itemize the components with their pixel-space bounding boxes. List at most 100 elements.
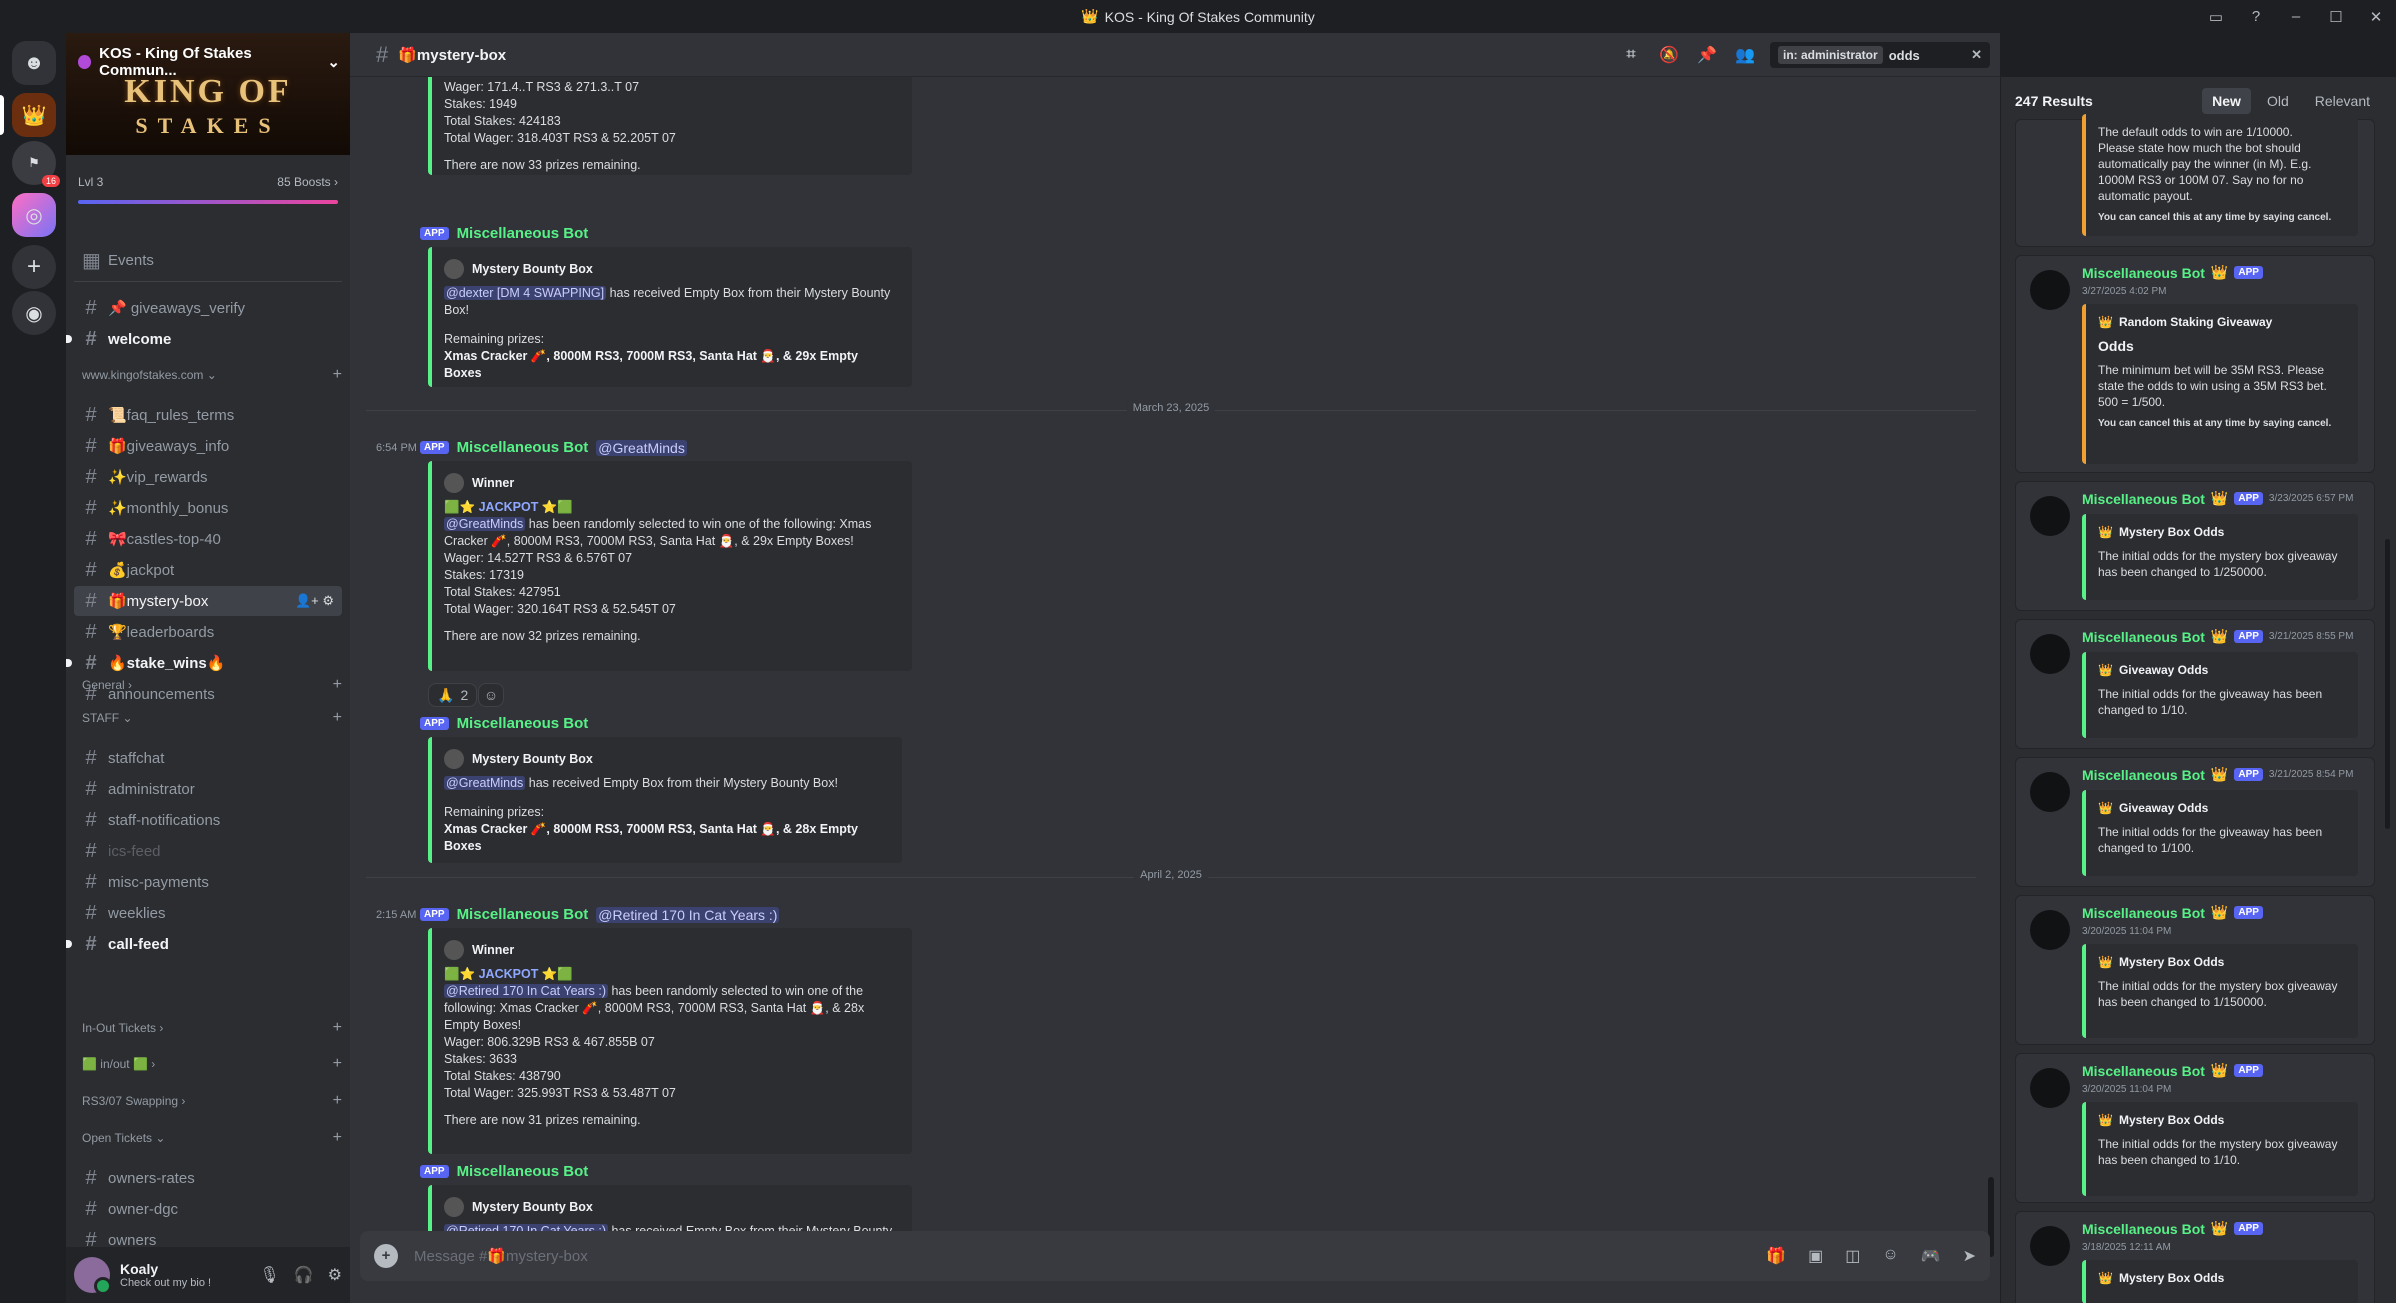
category-open-tickets[interactable]: Open Tickets ⌄ +: [82, 1129, 342, 1147]
channel-item[interactable]: # ics-feed: [74, 836, 342, 866]
channel-item[interactable]: # 📜faq_rules_terms: [74, 400, 342, 430]
gift-icon[interactable]: 🎁: [1766, 1246, 1786, 1266]
add-channel-icon[interactable]: +: [333, 709, 342, 727]
search-input[interactable]: in: administrator odds ✕: [1770, 42, 1990, 68]
message-author[interactable]: Miscellaneous Bot: [457, 906, 589, 923]
bot-avatar-icon: [444, 940, 464, 960]
close-window-button[interactable]: ✕: [2356, 0, 2396, 33]
channel-item[interactable]: # 💰jackpot: [74, 555, 342, 585]
search-result[interactable]: Miscellaneous Bot 👑 APP 3/21/2025 8:55 PM 👑 G…: [2015, 619, 2375, 749]
reaction-pill[interactable]: 🙏 2: [428, 683, 478, 707]
sort-new-tab[interactable]: New: [2202, 88, 2251, 114]
avatar[interactable]: [74, 1257, 112, 1295]
channel-item[interactable]: # call-feed: [66, 929, 342, 959]
search-result[interactable]: Miscellaneous Bot 👑 APP 3/20/2025 11:04 PM 👑…: [2015, 1053, 2375, 1203]
add-channel-icon[interactable]: +: [333, 1129, 342, 1147]
category-staff[interactable]: STAFF ⌄ +: [82, 709, 342, 727]
add-server-icon[interactable]: +: [12, 245, 56, 289]
sort-relevant-tab[interactable]: Relevant: [2305, 88, 2380, 114]
kos-server-icon[interactable]: 👑: [12, 93, 56, 137]
channel-item[interactable]: # administrator: [74, 774, 342, 804]
sticker-icon[interactable]: ◫: [1845, 1246, 1860, 1266]
channel-item[interactable]: # misc-payments: [74, 867, 342, 897]
channel-item[interactable]: # 🔥stake_wins🔥: [66, 648, 342, 678]
add-channel-icon[interactable]: +: [333, 366, 342, 384]
members-icon[interactable]: 👥: [1732, 45, 1758, 65]
channel-item[interactable]: # 📌 giveaways_verify: [74, 293, 342, 323]
user-mention[interactable]: @Retired 170 In Cat Years :): [596, 906, 780, 923]
search-result[interactable]: Miscellaneous Bot 👑 APP 3/27/2025 4:02 PM …: [2015, 255, 2375, 473]
channel-item[interactable]: # ✨monthly_bonus: [74, 493, 342, 523]
channel-item[interactable]: # welcome: [66, 324, 342, 354]
folder-server-icon[interactable]: ⚑ 16: [12, 141, 60, 187]
search-result[interactable]: Miscellaneous Bot 👑 APP 3/21/2025 8:54 PM 👑 G…: [2015, 757, 2375, 887]
emoji-icon[interactable]: ☺: [1882, 1246, 1898, 1266]
category-general[interactable]: General › +: [82, 676, 342, 694]
channel-item[interactable]: # weeklies: [74, 898, 342, 928]
category-inout[interactable]: In-Out Tickets › +: [82, 1019, 342, 1037]
colorful-server-icon[interactable]: ◎: [12, 193, 56, 237]
help-icon[interactable]: ?: [2236, 0, 2276, 33]
sort-tabs: New Old Relevant: [2202, 88, 2380, 114]
search-result[interactable]: Miscellaneous Bot 👑 APP 3/18/2025 12:11 AM 👑…: [2015, 1211, 2375, 1303]
message-composer[interactable]: + Message #🎁mystery-box 🎁 ▣ ◫ ☺ 🎮 ➤: [360, 1231, 1990, 1281]
channel-settings-icon[interactable]: 👤+ ⚙: [295, 593, 334, 609]
category-inout2[interactable]: 🟩 in/out 🟩 › +: [82, 1055, 342, 1073]
channel-item[interactable]: # owners-rates: [74, 1163, 342, 1193]
message-author[interactable]: Miscellaneous Bot: [457, 439, 589, 456]
boost-row[interactable]: Lvl 3 85 Boosts ›: [78, 175, 338, 189]
category-site[interactable]: www.kingofstakes.com ⌄ +: [82, 366, 342, 384]
inbox-icon[interactable]: ▭: [2196, 0, 2236, 33]
crown-icon: 👑: [2210, 628, 2229, 644]
send-icon[interactable]: ➤: [1963, 1246, 1976, 1266]
crown-icon: 👑: [2210, 264, 2229, 280]
channel-item[interactable]: # 🏆leaderboards: [74, 617, 342, 647]
minimize-button[interactable]: –: [2276, 0, 2316, 33]
add-channel-icon[interactable]: +: [333, 676, 342, 694]
hash-icon: #: [85, 746, 97, 769]
title-bar: 👑 KOS - King Of Stakes Community ▭ ? – ☐ …: [0, 0, 2396, 33]
channel-item[interactable]: # 🎁giveaways_info: [74, 431, 342, 461]
message-author[interactable]: Miscellaneous Bot: [457, 1163, 589, 1180]
channel-item[interactable]: # ✨vip_rewards: [74, 462, 342, 492]
user-mention[interactable]: @GreatMinds: [444, 776, 526, 790]
category-swapping[interactable]: RS3/07 Swapping › +: [82, 1092, 342, 1110]
microphone-icon[interactable]: 🎙: [259, 1265, 279, 1285]
server-name-header[interactable]: KOS - King Of Stakes Commun... ⌄: [78, 45, 340, 79]
gear-icon[interactable]: ⚙: [328, 1265, 342, 1285]
search-result[interactable]: Miscellaneous Bot 👑 APP 3/20/2025 11:04 PM 👑…: [2015, 895, 2375, 1045]
channel-item[interactable]: # 🎁mystery-box 👤+ ⚙: [74, 586, 342, 616]
discover-icon[interactable]: ◉: [12, 291, 56, 335]
events-item[interactable]: ▦ Events: [74, 245, 342, 275]
add-reaction-icon[interactable]: ☺: [478, 683, 504, 707]
message-author[interactable]: Miscellaneous Bot: [457, 225, 589, 242]
maximize-button[interactable]: ☐: [2316, 0, 2356, 33]
gif-icon[interactable]: ▣: [1808, 1246, 1823, 1266]
pin-icon[interactable]: 📌: [1694, 45, 1720, 65]
add-channel-icon[interactable]: +: [333, 1019, 342, 1037]
headphones-icon[interactable]: 🎧: [294, 1265, 314, 1285]
user-mention[interactable]: @GreatMinds: [444, 517, 526, 531]
threads-icon[interactable]: ⌗: [1618, 46, 1644, 64]
activity-icon[interactable]: 🎮: [1921, 1246, 1941, 1266]
channel-item[interactable]: # staffchat: [74, 743, 342, 773]
clear-search-icon[interactable]: ✕: [1971, 47, 1982, 63]
search-result[interactable]: The default odds to win are 1/10000. Ple…: [2015, 114, 2375, 247]
results-scrollbar[interactable]: [2385, 539, 2390, 829]
app-tag: APP: [2234, 768, 2263, 781]
user-mention[interactable]: @GreatMinds: [596, 439, 687, 456]
user-mention[interactable]: @dexter [DM 4 SWAPPING]: [444, 286, 607, 300]
attach-plus-icon[interactable]: +: [374, 1244, 398, 1268]
notification-bell-icon[interactable]: 🔕: [1656, 45, 1682, 65]
channel-item[interactable]: # staff-notifications: [74, 805, 342, 835]
user-name[interactable]: Koaly: [120, 1261, 259, 1277]
discord-home-icon[interactable]: ☻: [12, 41, 56, 85]
search-result[interactable]: Miscellaneous Bot 👑 APP 3/23/2025 6:57 PM 👑 M…: [2015, 481, 2375, 611]
add-channel-icon[interactable]: +: [333, 1092, 342, 1110]
user-mention[interactable]: @Retired 170 In Cat Years :): [444, 984, 608, 998]
channel-item[interactable]: # owner-dgc: [74, 1194, 342, 1224]
message-author[interactable]: Miscellaneous Bot: [457, 715, 589, 732]
channel-item[interactable]: # 🎀castles-top-40: [74, 524, 342, 554]
add-channel-icon[interactable]: +: [333, 1055, 342, 1073]
sort-old-tab[interactable]: Old: [2257, 88, 2299, 114]
